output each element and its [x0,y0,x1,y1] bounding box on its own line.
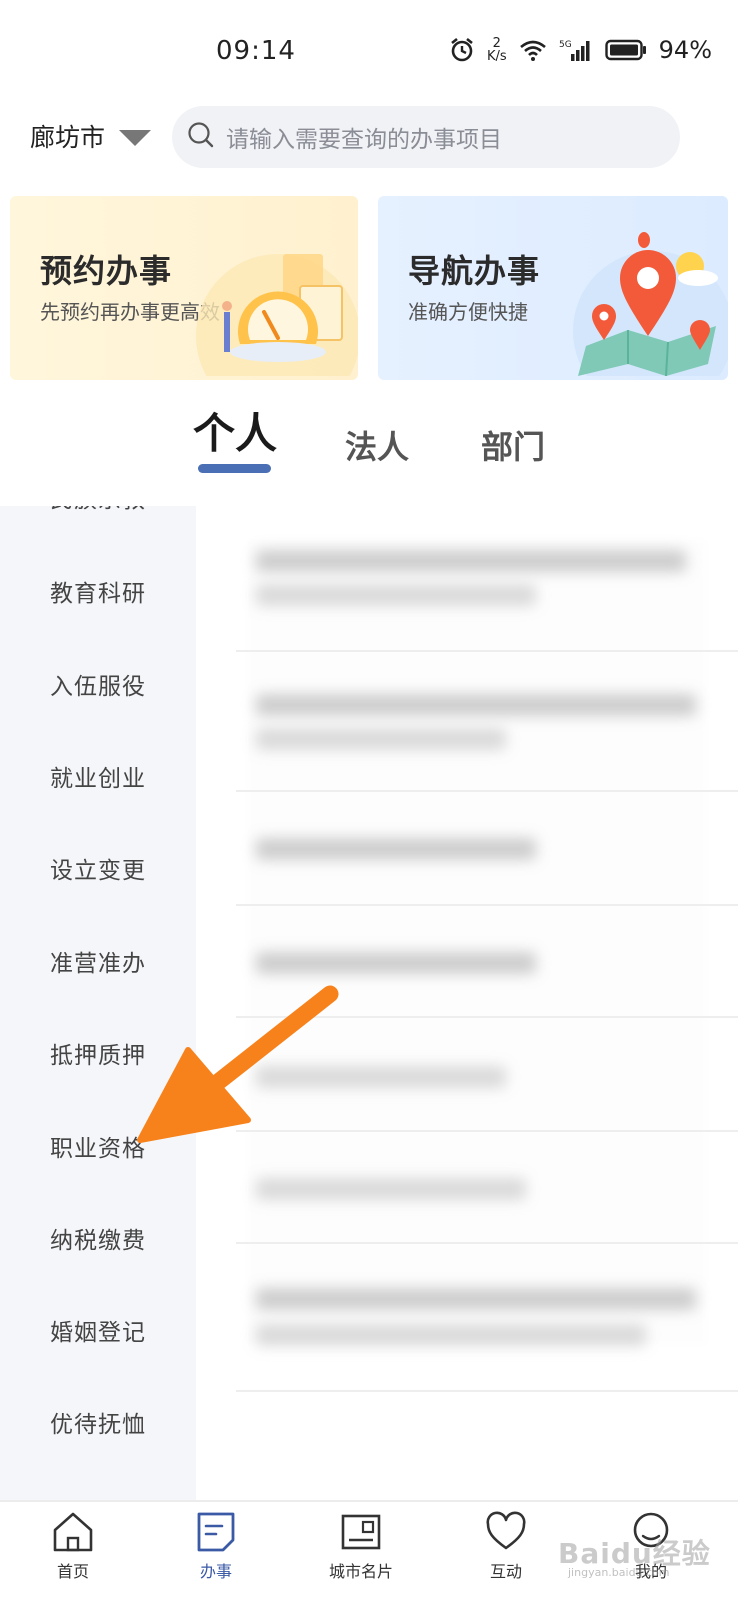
navigation-banner[interactable]: 导航办事 准确方便快捷 [378,196,728,380]
heart-icon [451,1510,561,1554]
tab-personal[interactable]: 个人 [193,400,277,461]
net-speed: 2 K/s [486,36,507,64]
header: 廊坊市 请输入需要查询的办事项目 [0,104,738,168]
nav-services[interactable]: 办事 [161,1510,271,1582]
status-time: 09:14 [216,36,296,66]
alarm-icon [449,37,475,63]
map-pin-illustration-icon [558,226,728,380]
watermark-url: jingyan.baidu.com [568,1566,670,1579]
document-icon [161,1510,271,1554]
tab-legal-person[interactable]: 法人 [345,422,409,468]
svg-text:5G: 5G [559,40,572,50]
nav-home[interactable]: 首页 [18,1510,128,1582]
appointment-banner[interactable]: 预约办事 先预约再办事更高效 [10,196,358,380]
search-icon [186,120,216,154]
list-item[interactable] [236,1244,738,1392]
speedometer-illustration-icon [188,226,358,380]
battery-percent: 94% [658,36,712,64]
wifi-icon [519,39,547,61]
battery-icon [604,39,647,61]
tab-department[interactable]: 部门 [481,422,545,468]
category-item[interactable]: 民族宗教 [50,506,146,514]
city-selector[interactable]: 廊坊市 [30,118,152,154]
category-item[interactable]: 婚姻登记 [50,1313,146,1347]
category-item[interactable]: 纳税缴费 [50,1221,146,1255]
list-item[interactable] [236,506,738,652]
banner-title: 导航办事 [408,252,541,290]
tab-bar: 个人 法人 部门 [0,404,738,488]
category-item[interactable]: 准营准办 [50,944,146,978]
postcard-icon [306,1510,416,1554]
city-name: 廊坊市 [30,123,106,152]
status-icons: 2 K/s 5G 94% [449,36,712,64]
category-item[interactable]: 教育科研 [50,574,146,608]
search-placeholder: 请输入需要查询的办事项目 [226,127,502,153]
category-item[interactable]: 就业创业 [50,759,146,793]
nav-label: 城市名片 [328,1562,393,1581]
banner-title: 预约办事 [40,252,173,290]
banner-subtitle: 准确方便快捷 [408,300,528,324]
nav-interaction[interactable]: 互动 [451,1510,561,1582]
search-bar[interactable]: 请输入需要查询的办事项目 [172,106,680,168]
app-screen: 09:14 2 K/s 5G 94% 廊坊市 请输入需要查询的办事项目 预约办事… [0,0,738,1600]
nav-label: 首页 [56,1562,89,1581]
category-item[interactable]: 入伍服役 [50,667,146,701]
list-item[interactable] [236,652,738,792]
list-item[interactable] [236,792,738,906]
signal-icon: 5G [559,38,593,62]
category-item[interactable]: 优待抚恤 [50,1405,146,1439]
nav-label: 办事 [199,1562,232,1581]
status-bar: 09:14 2 K/s 5G 94% [0,0,738,100]
nav-label: 互动 [489,1562,522,1581]
active-tab-indicator [198,464,271,473]
category-item[interactable]: 设立变更 [50,851,146,885]
orange-arrow-icon [130,980,350,1154]
caret-down-icon [119,129,152,146]
home-icon [18,1510,128,1554]
nav-city-card[interactable]: 城市名片 [306,1510,416,1582]
